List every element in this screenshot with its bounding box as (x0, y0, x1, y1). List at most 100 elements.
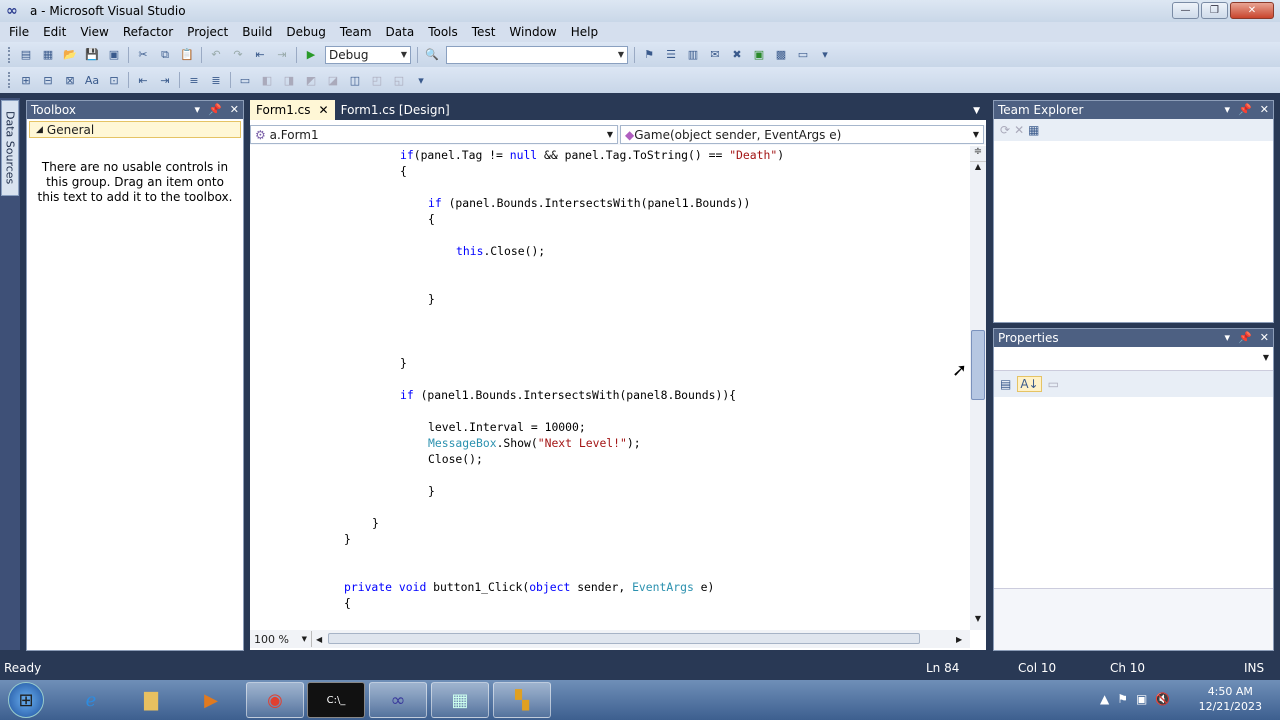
file-explorer-icon[interactable]: ▇ (122, 682, 180, 718)
start-page-icon[interactable]: ▣ (750, 46, 768, 64)
close-button[interactable]: ✕ (1230, 2, 1274, 19)
menu-tools[interactable]: Tools (421, 22, 465, 42)
split-window-icon[interactable]: ≑ (970, 146, 986, 162)
member-combo[interactable]: ◆Game(object sender, EventArgs e) ▼ (620, 125, 984, 144)
auto-hide-pin-icon[interactable]: 📌 (208, 101, 222, 119)
close-tab-icon[interactable]: ✕ (319, 100, 329, 120)
copy-icon[interactable]: ⧉ (156, 46, 174, 64)
solution-explorer-icon[interactable]: ⚑ (640, 46, 658, 64)
scroll-up-icon[interactable]: ▲ (970, 162, 986, 176)
show-hidden-icons-icon[interactable]: ▲ (1100, 692, 1109, 706)
object-browser-icon[interactable]: ▥ (684, 46, 702, 64)
toolbar-grip-2[interactable] (8, 72, 11, 88)
zoom-combo[interactable]: 100 % ▼ (250, 631, 312, 647)
data-sources-tab[interactable]: Data Sources (1, 100, 19, 196)
quick-info-icon[interactable]: ⊠ (61, 71, 79, 89)
close-properties-icon[interactable]: ✕ (1260, 329, 1269, 347)
class-combo[interactable]: ⚙ a.Form1 ▼ (250, 125, 618, 144)
paint-icon[interactable]: ▚ (493, 682, 551, 718)
close-team-explorer-icon[interactable]: ✕ (1260, 101, 1269, 119)
clock[interactable]: 4:50 AM 12/21/2023 (1199, 684, 1262, 714)
save-all-icon[interactable]: ▣ (105, 46, 123, 64)
comment-lines-icon[interactable]: ≡ (185, 71, 203, 89)
scroll-down-icon[interactable]: ▼ (970, 614, 986, 628)
display-object-member-list-icon[interactable]: ⊞ (17, 71, 35, 89)
clear-bookmarks-icon[interactable]: ◫ (346, 71, 364, 89)
navigate-back-icon[interactable]: ⇤ (251, 46, 269, 64)
extension-manager-icon[interactable]: ▩ (772, 46, 790, 64)
scroll-right-icon[interactable]: ▶ (956, 635, 962, 644)
window-position-icon[interactable]: ▾ (1225, 101, 1231, 119)
menu-refactor[interactable]: Refactor (116, 22, 180, 42)
command-window-icon[interactable]: ▭ (794, 46, 812, 64)
properties-window-icon[interactable]: ☰ (662, 46, 680, 64)
menu-data[interactable]: Data (379, 22, 422, 42)
network-icon[interactable]: ▣ (1136, 692, 1147, 706)
menu-test[interactable]: Test (465, 22, 503, 42)
menu-window[interactable]: Window (502, 22, 563, 42)
property-pages-icon[interactable]: ▭ (1048, 377, 1059, 391)
uncomment-lines-icon[interactable]: ≣ (207, 71, 225, 89)
next-bookmark-icon[interactable]: ◨ (280, 71, 298, 89)
next-bookmark-doc-icon[interactable]: ◱ (390, 71, 408, 89)
toolbar-options-icon[interactable]: ▾ (816, 46, 834, 64)
auto-hide-pin-icon[interactable]: 📌 (1238, 101, 1252, 119)
action-center-icon[interactable]: ⚑ (1117, 692, 1128, 706)
menu-file[interactable]: File (2, 22, 36, 42)
undo-icon[interactable]: ↶ (207, 46, 225, 64)
media-player-icon[interactable]: ▶ (182, 682, 240, 718)
window-position-icon[interactable]: ▾ (195, 101, 201, 119)
prev-bookmark-icon[interactable]: ◧ (258, 71, 276, 89)
redo-icon[interactable]: ↷ (229, 46, 247, 64)
volume-icon[interactable]: 🔇 (1155, 692, 1170, 706)
toggle-bookmark-icon[interactable]: ⊡ (105, 71, 123, 89)
start-button[interactable]: ⊞ (8, 682, 44, 718)
paste-icon[interactable]: 📋 (178, 46, 196, 64)
increase-indent-icon[interactable]: ⇥ (156, 71, 174, 89)
toolbox-icon[interactable]: ✉ (706, 46, 724, 64)
stop-icon[interactable]: ✕ (1014, 123, 1024, 137)
cut-icon[interactable]: ✂ (134, 46, 152, 64)
close-toolbox-icon[interactable]: ✕ (230, 101, 239, 119)
scroll-left-icon[interactable]: ◀ (316, 635, 322, 644)
alphabetical-icon[interactable]: A↓ (1017, 376, 1042, 392)
bookmark-icon[interactable]: ▭ (236, 71, 254, 89)
object-selector[interactable]: ▼ (994, 347, 1273, 371)
menu-team[interactable]: Team (333, 22, 379, 42)
save-icon[interactable]: 💾 (83, 46, 101, 64)
solution-configuration-select[interactable]: Debug ▼ (325, 45, 411, 64)
chrome-icon[interactable]: ◉ (246, 682, 304, 718)
prev-bookmark-folder-icon[interactable]: ◩ (302, 71, 320, 89)
menu-project[interactable]: Project (180, 22, 235, 42)
add-item-icon[interactable]: ▦ (39, 46, 57, 64)
prev-bookmark-doc-icon[interactable]: ◰ (368, 71, 386, 89)
command-prompt-icon[interactable]: C:\_ (307, 682, 365, 718)
menu-debug[interactable]: Debug (279, 22, 332, 42)
decrease-indent-icon[interactable]: ⇤ (134, 71, 152, 89)
internet-explorer-icon[interactable]: ℯ (62, 682, 120, 718)
menu-help[interactable]: Help (564, 22, 605, 42)
menu-edit[interactable]: Edit (36, 22, 73, 42)
visual-studio-taskbar-icon[interactable]: ∞ (369, 682, 427, 718)
categorized-icon[interactable]: ▤ (1000, 377, 1011, 391)
tools-icon[interactable]: ✖ (728, 46, 746, 64)
menu-build[interactable]: Build (235, 22, 279, 42)
next-bookmark-folder-icon[interactable]: ◪ (324, 71, 342, 89)
open-file-icon[interactable]: 📂 (61, 46, 79, 64)
new-project-icon[interactable]: ▤ (17, 46, 35, 64)
navigate-forward-icon[interactable]: ⇥ (273, 46, 291, 64)
menu-view[interactable]: View (73, 22, 115, 42)
start-debugging-icon[interactable]: ▶ (302, 46, 320, 64)
find-combo[interactable]: ▼ (446, 45, 628, 64)
tab-list-dropdown-icon[interactable]: ▼ (973, 106, 986, 120)
vertical-scroll-thumb[interactable] (971, 330, 985, 400)
find-in-files-icon[interactable]: 🔍 (423, 46, 441, 64)
tab-form1-cs[interactable]: Form1.cs ✕ (250, 100, 335, 120)
toolbar2-options-icon[interactable]: ▾ (412, 71, 430, 89)
window-position-icon[interactable]: ▾ (1225, 329, 1231, 347)
form-designer-icon[interactable]: ▦ (431, 682, 489, 718)
auto-hide-pin-icon[interactable]: 📌 (1238, 329, 1252, 347)
minimize-button[interactable]: — (1172, 2, 1199, 19)
code-text-area[interactable]: if(panel.Tag != null && panel.Tag.ToStri… (250, 146, 970, 630)
restore-button[interactable]: ❐ (1201, 2, 1228, 19)
